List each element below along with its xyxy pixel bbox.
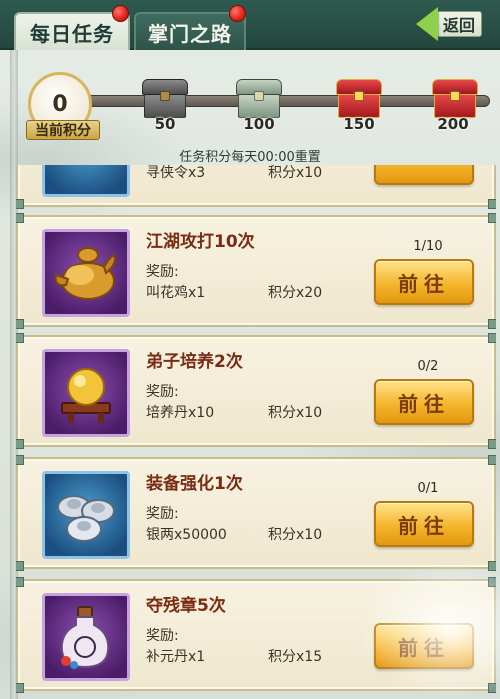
tab-daily-tasks-label: 每日任务 bbox=[30, 21, 114, 46]
go-button[interactable]: 前往 bbox=[374, 501, 474, 547]
task-progress: 0/2 bbox=[417, 359, 439, 374]
go-button[interactable]: 前往 bbox=[374, 623, 474, 669]
back-button-label: 返回 bbox=[436, 11, 483, 37]
go-button[interactable]: 前往 bbox=[374, 379, 474, 425]
task-reward-points: 积分x20 bbox=[268, 285, 323, 301]
task-reward-item: 叫花鸡x1 bbox=[146, 285, 206, 301]
task-reward-item: 补元丹x1 bbox=[146, 649, 206, 665]
task-reward-label: 奖励: bbox=[146, 384, 179, 400]
notification-dot bbox=[112, 5, 129, 22]
silver-ingots-icon bbox=[42, 471, 130, 559]
task-reward-item: 寻侠令x3 bbox=[146, 165, 206, 181]
task-reward-points: 积分x10 bbox=[268, 527, 323, 543]
task-title: 江湖攻打10次 bbox=[146, 232, 255, 252]
current-points-label: 当前积分 bbox=[26, 120, 100, 140]
milestone-200: 200 bbox=[437, 115, 469, 133]
chest-red-icon[interactable] bbox=[432, 79, 478, 119]
task-card: 装备强化1次 奖励: 银两x50000 积分x10 0/1 前往 bbox=[16, 455, 496, 571]
task-title: 装备强化1次 bbox=[146, 474, 243, 494]
task-reward-label: 奖励: bbox=[146, 506, 179, 522]
task-reward-item: 银两x50000 bbox=[146, 527, 227, 543]
potion-bottle-icon bbox=[42, 593, 130, 681]
golden-orb-icon bbox=[42, 349, 130, 437]
milestone-150: 150 bbox=[343, 115, 375, 133]
chest-gray-icon[interactable] bbox=[142, 79, 188, 119]
task-card: 夺残章5次 奖励: 补元丹x1 积分x15 前往 bbox=[16, 577, 496, 693]
go-button[interactable]: 前往 bbox=[374, 259, 474, 305]
roast-chicken-icon bbox=[42, 229, 130, 317]
task-list[interactable]: 寻侠令x3 积分x10 江湖攻打10次 奖励: 叫花鸡x1 积分x20 1/10… bbox=[16, 165, 496, 699]
task-progress: 1/10 bbox=[413, 239, 443, 254]
task-reward-item: 培养丹x10 bbox=[146, 405, 215, 421]
task-reward-points: 积分x15 bbox=[268, 649, 323, 665]
milestone-50: 50 bbox=[154, 115, 176, 133]
chest-green-icon[interactable] bbox=[236, 79, 282, 119]
top-bar: 每日任务 掌门之路 返回 bbox=[0, 0, 500, 50]
task-card: 寻侠令x3 积分x10 bbox=[16, 165, 496, 209]
task-card: 江湖攻打10次 奖励: 叫花鸡x1 积分x20 1/10 前往 bbox=[16, 213, 496, 329]
item-frame bbox=[42, 165, 130, 197]
go-button[interactable] bbox=[374, 165, 474, 185]
tab-sect-leader-path-label: 掌门之路 bbox=[148, 21, 232, 46]
reset-note: 任务积分每天00:00重置 bbox=[179, 150, 321, 165]
points-progress: 0 当前积分 50 100 150 200 任务积分每天00:00重置 bbox=[0, 52, 500, 167]
notification-dot bbox=[229, 5, 246, 22]
task-title: 夺残章5次 bbox=[146, 596, 226, 616]
back-button[interactable]: 返回 bbox=[416, 6, 494, 42]
milestone-100: 100 bbox=[243, 115, 275, 133]
task-reward-points: 积分x10 bbox=[268, 165, 323, 181]
task-progress: 0/1 bbox=[417, 481, 439, 496]
chest-red-icon[interactable] bbox=[336, 79, 382, 119]
task-card: 弟子培养2次 奖励: 培养丹x10 积分x10 0/2 前往 bbox=[16, 333, 496, 449]
task-title: 弟子培养2次 bbox=[146, 352, 243, 372]
task-reward-label: 奖励: bbox=[146, 628, 179, 644]
task-reward-points: 积分x10 bbox=[268, 405, 323, 421]
task-reward-label: 奖励: bbox=[146, 264, 179, 280]
back-arrow-icon bbox=[416, 7, 438, 41]
